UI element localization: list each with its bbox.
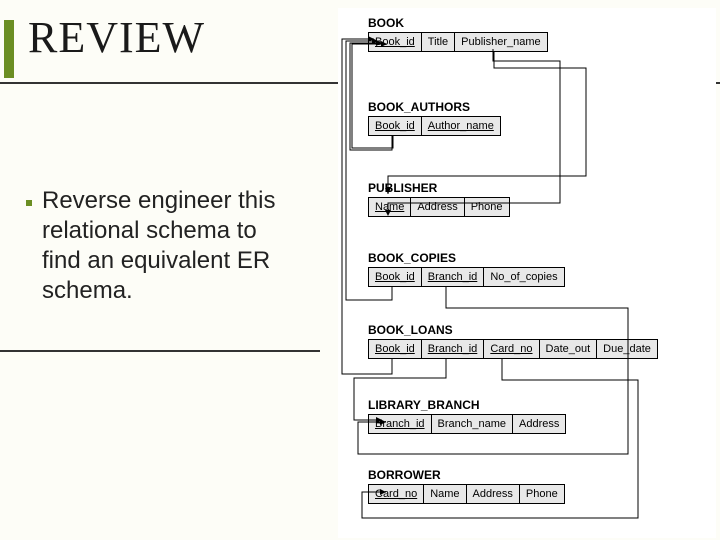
body-text: Reverse engineer this relational schema …: [42, 186, 302, 306]
col-bl-branch-id: Branch_id: [422, 340, 485, 358]
col-pub-phone: Phone: [465, 198, 509, 216]
left-underline: [0, 350, 320, 352]
table-book-copies: BOOK_COPIES Book_id Branch_id No_of_copi…: [368, 251, 565, 287]
table-borrower: BORROWER Card_no Name Address Phone: [368, 468, 565, 504]
col-pub-name: Name: [369, 198, 411, 216]
table-publisher-row: Name Address Phone: [368, 197, 510, 217]
slide-title: REVIEW: [28, 12, 205, 63]
accent-bar: [4, 20, 14, 78]
col-bl-book-id: Book_id: [369, 340, 422, 358]
col-bl-due-date: Due_date: [597, 340, 657, 358]
col-ba-author-name: Author_name: [422, 117, 500, 135]
table-book-loans: BOOK_LOANS Book_id Branch_id Card_no Dat…: [368, 323, 658, 359]
table-book-authors: BOOK_AUTHORS Book_id Author_name: [368, 100, 501, 136]
schema-diagram: BOOK Book_id Title Publisher_name BOOK_A…: [338, 8, 716, 538]
col-bw-name: Name: [424, 485, 466, 503]
table-publisher-name: PUBLISHER: [368, 181, 510, 195]
col-bw-phone: Phone: [520, 485, 564, 503]
slide: REVIEW Reverse engineer this relational …: [0, 0, 720, 540]
col-lb-branch-name: Branch_name: [432, 415, 514, 433]
table-publisher: PUBLISHER Name Address Phone: [368, 181, 510, 217]
col-bc-book-id: Book_id: [369, 268, 422, 286]
col-publisher-name: Publisher_name: [455, 33, 547, 51]
bullet-icon: [26, 200, 32, 206]
table-book-authors-name: BOOK_AUTHORS: [368, 100, 501, 114]
table-book-authors-row: Book_id Author_name: [368, 116, 501, 136]
col-lb-address: Address: [513, 415, 565, 433]
col-bl-card-no: Card_no: [484, 340, 539, 358]
table-book: BOOK Book_id Title Publisher_name: [368, 16, 548, 52]
col-book-id: Book_id: [369, 33, 422, 51]
table-borrower-row: Card_no Name Address Phone: [368, 484, 565, 504]
table-book-loans-name: BOOK_LOANS: [368, 323, 658, 337]
col-bw-address: Address: [467, 485, 520, 503]
col-pub-address: Address: [411, 198, 464, 216]
table-library-branch: LIBRARY_BRANCH Branch_id Branch_name Add…: [368, 398, 566, 434]
col-lb-branch-id: Branch_id: [369, 415, 432, 433]
table-book-copies-row: Book_id Branch_id No_of_copies: [368, 267, 565, 287]
col-title: Title: [422, 33, 455, 51]
col-bc-copies: No_of_copies: [484, 268, 563, 286]
table-book-loans-row: Book_id Branch_id Card_no Date_out Due_d…: [368, 339, 658, 359]
table-library-branch-row: Branch_id Branch_name Address: [368, 414, 566, 434]
col-bl-date-out: Date_out: [540, 340, 598, 358]
table-borrower-name: BORROWER: [368, 468, 565, 482]
col-ba-book-id: Book_id: [369, 117, 422, 135]
table-book-name: BOOK: [368, 16, 548, 30]
table-book-copies-name: BOOK_COPIES: [368, 251, 565, 265]
col-bw-card-no: Card_no: [369, 485, 424, 503]
table-library-branch-name: LIBRARY_BRANCH: [368, 398, 566, 412]
col-bc-branch-id: Branch_id: [422, 268, 485, 286]
table-book-row: Book_id Title Publisher_name: [368, 32, 548, 52]
